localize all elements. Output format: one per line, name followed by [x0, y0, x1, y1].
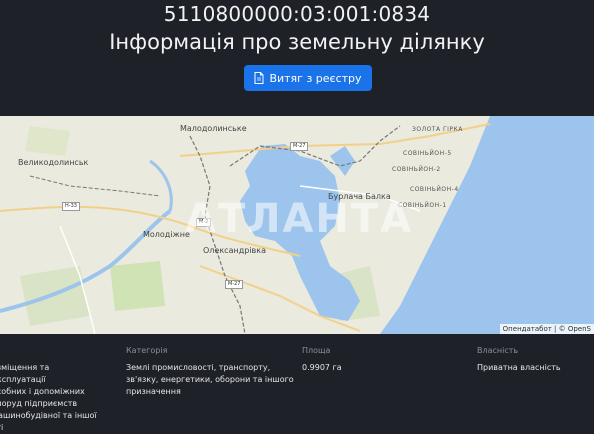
purpose-value: озміщення та експлуатації особних і допо…	[0, 362, 102, 434]
registry-extract-button[interactable]: Витяг з реєстру	[244, 65, 372, 91]
ownership-label: Власність	[477, 346, 519, 355]
place-label: Молодіжне	[143, 230, 190, 239]
place-label: ЗОЛОТА ГІРКА	[412, 126, 463, 133]
page-title: Інформація про земельну ділянку	[109, 30, 485, 54]
place-label: СОВІНЬЙОН-5	[403, 150, 452, 157]
category-line: зв'язку, енергетики, оборони та іншого	[126, 375, 294, 384]
category-column: Категорія Землі промисловості, транспорт…	[126, 345, 296, 398]
place-label: СОВІНЬЙОН-4	[410, 186, 459, 193]
ownership-column: Власність Приватна власність	[477, 345, 594, 374]
purpose-line: споруд підприємств	[0, 399, 78, 408]
road-shield: M-27	[225, 280, 244, 289]
cadastral-number: 5110800000:03:001:0834	[163, 2, 431, 26]
purpose-line: озміщення та експлуатації	[0, 363, 50, 384]
map-view[interactable]: Малодолинське Великодолинськ Молодіжне О…	[0, 116, 594, 334]
category-line: Землі промисловості, транспорту,	[126, 363, 271, 372]
place-label: Олександрівка	[203, 246, 266, 255]
place-label: СОВІНЬЙОН-2	[392, 166, 441, 173]
area-value: 0.9907 га	[302, 363, 342, 372]
category-line: призначення	[126, 387, 181, 396]
purpose-column: я озміщення та експлуатації особних і до…	[0, 345, 102, 434]
purpose-line: особних і допоміжних	[0, 387, 85, 396]
document-icon	[254, 72, 264, 84]
ownership-value: Приватна власність	[477, 363, 561, 372]
purpose-line: машинобудівної та іншої	[0, 411, 97, 420]
road-shield: M-27	[290, 142, 309, 151]
place-label: Малодолинське	[180, 124, 247, 133]
area-column: Площа 0.9907 га	[302, 345, 422, 374]
registry-extract-label: Витяг з реєстру	[269, 71, 362, 85]
purpose-line: сті	[0, 423, 4, 432]
place-label: Великодолинськ	[18, 158, 89, 167]
map-attribution[interactable]: Опендатабот | © OpenS	[499, 324, 594, 334]
watermark: АТЛАНТА	[185, 196, 414, 242]
category-label: Категорія	[126, 346, 168, 355]
category-value: Землі промисловості, транспорту, зв'язку…	[126, 362, 296, 398]
parcel-info: я озміщення та експлуатації особних і до…	[0, 334, 594, 434]
area-label: Площа	[302, 346, 331, 355]
page-header: 5110800000:03:001:0834 Інформація про зе…	[0, 0, 594, 116]
road-shield: H-33	[62, 202, 80, 211]
purpose-label: я	[0, 345, 102, 357]
